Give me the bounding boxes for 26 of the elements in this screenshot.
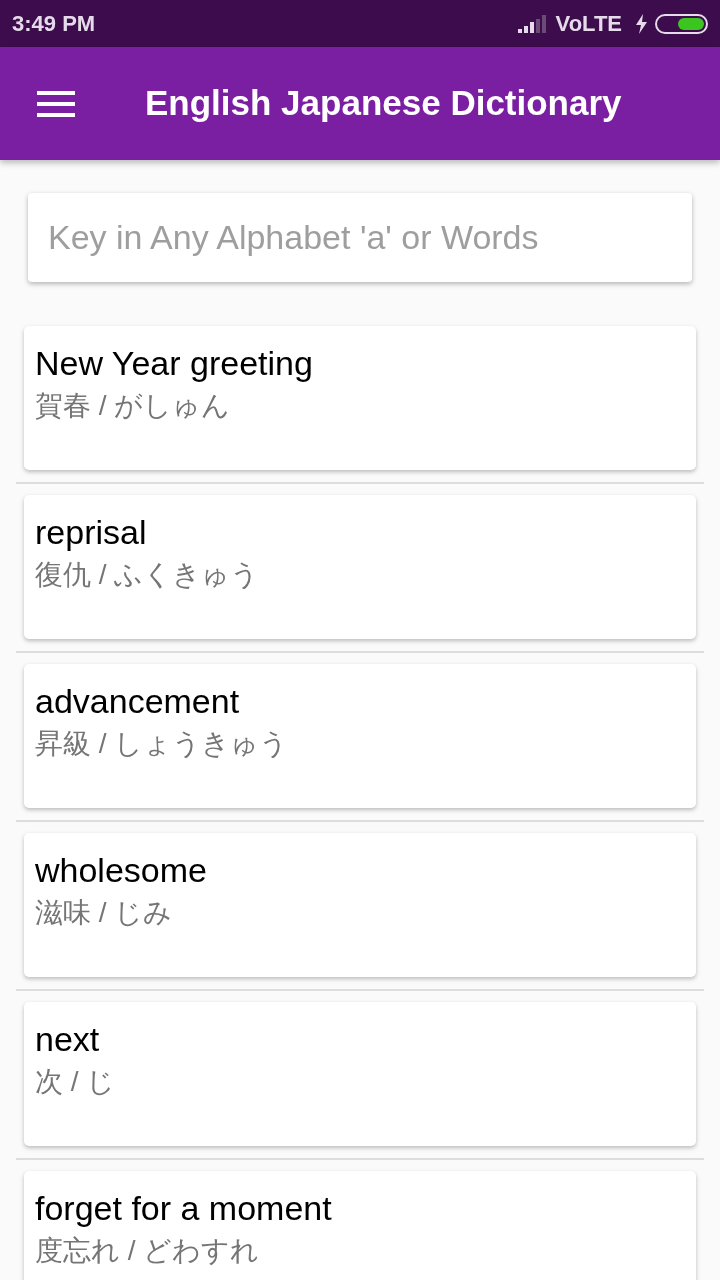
entry-word: forget for a moment xyxy=(35,1188,332,1229)
entry-reading: 滋味 / じみ xyxy=(35,896,173,930)
status-time: 3:49 PM xyxy=(12,10,96,38)
entry-word: reprisal xyxy=(35,512,147,553)
app-title: English Japanese Dictionary xyxy=(145,82,622,125)
entry-reading: 次 / じ xyxy=(35,1065,116,1099)
entry-card[interactable]: reprisal 復仇 / ふくきゅう xyxy=(24,495,696,639)
entry-word: wholesome xyxy=(35,850,207,891)
entry-card[interactable]: forget for a moment 度忘れ / どわすれ xyxy=(24,1171,696,1280)
battery-icon xyxy=(655,13,708,34)
network-label: VoLTE xyxy=(555,10,622,38)
entry-word: next xyxy=(35,1019,100,1060)
entry-word: New Year greeting xyxy=(35,343,313,384)
search-field[interactable]: Key in Any Alphabet 'a' or Words xyxy=(28,193,692,282)
entry-reading: 復仇 / ふくきゅう xyxy=(35,558,260,592)
charging-icon xyxy=(636,13,647,34)
signal-icon xyxy=(517,14,546,33)
entry-card[interactable]: advancement 昇級 / しょうきゅう xyxy=(24,664,696,808)
menu-icon[interactable] xyxy=(37,89,75,118)
entry-reading: 昇級 / しょうきゅう xyxy=(35,727,289,761)
entry-card[interactable]: New Year greeting 賀春 / がしゅん xyxy=(24,326,696,470)
entry-card[interactable]: next 次 / じ xyxy=(24,1002,696,1146)
entry-card[interactable]: wholesome 滋味 / じみ xyxy=(24,833,696,977)
entry-reading: 度忘れ / どわすれ xyxy=(35,1234,260,1268)
entry-word: advancement xyxy=(35,681,240,722)
entry-reading: 賀春 / がしゅん xyxy=(35,389,231,423)
